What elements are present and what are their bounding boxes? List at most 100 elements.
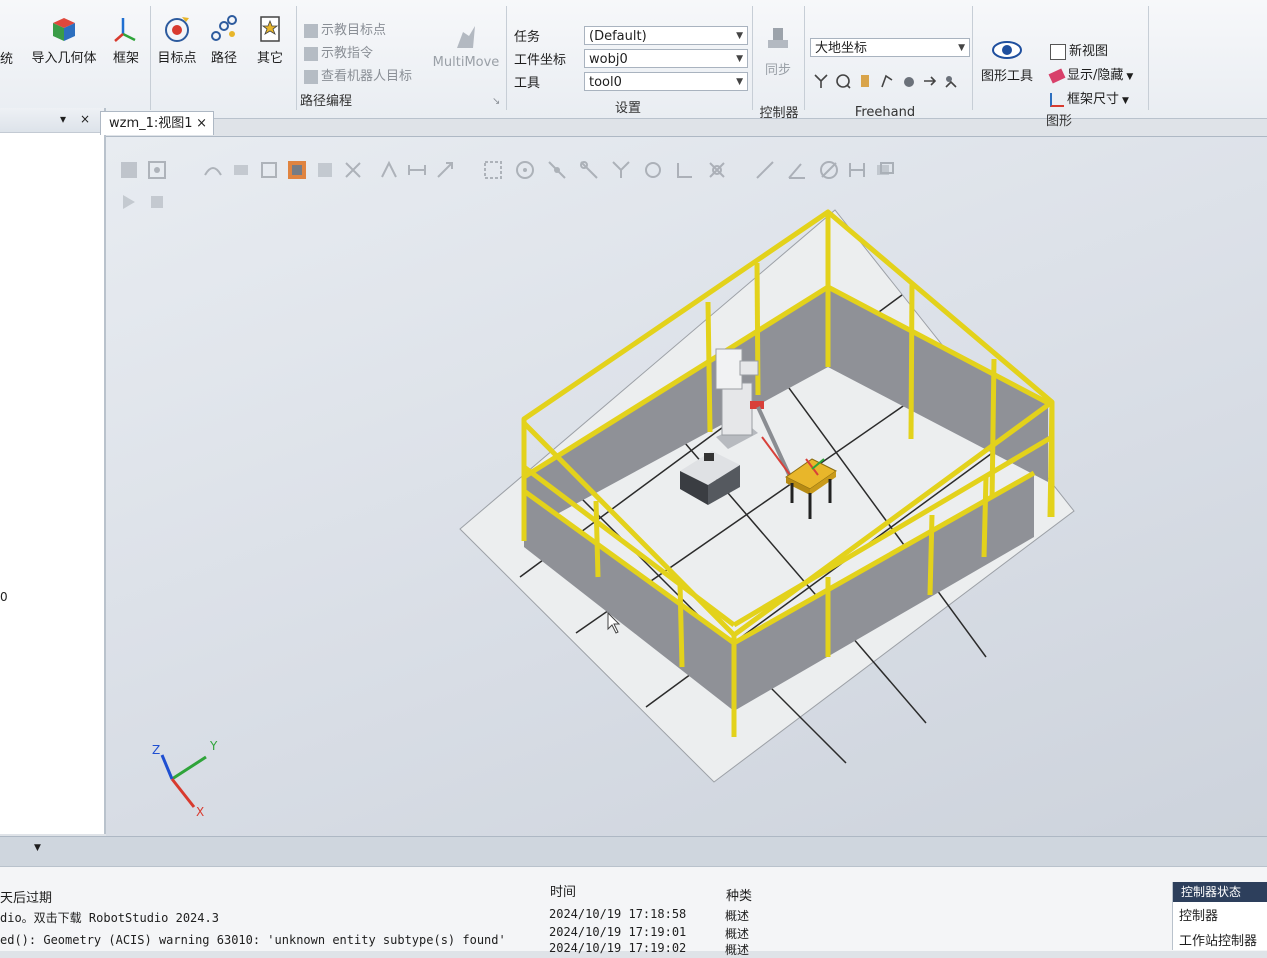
wobj-value: wobj0 [589,52,628,67]
wobj-label: 工件坐标 [514,53,567,68]
show-hide-button[interactable]: 显示/隐藏 ▼ [1048,64,1134,83]
chevron-down-icon: ▼ [1122,96,1129,106]
controller-status-controller[interactable]: 控制器 [1173,902,1267,927]
frame-size-button[interactable]: 框架尺寸 ▼ [1050,88,1129,107]
view-robot-target-button[interactable]: 查看机器人目标 [304,65,412,84]
controller-group-label: 控制器 [759,106,799,121]
jog-reorient-icon[interactable] [900,72,918,94]
frame-button[interactable]: 框架 [108,14,144,66]
pin-dropdown-icon[interactable]: ▾ [60,112,66,126]
path-label: 路径 [210,51,237,66]
task-label: 任务 [514,30,541,45]
controller-status-panel: 控制器状态 控制器 工作站控制器 [1172,882,1267,950]
ribbon-partial-label: 统 [0,52,14,67]
teach-target-label: 示教目标点 [321,23,387,38]
settings-group-label: 设置 [614,101,641,116]
chevron-down-icon: ▼ [958,43,965,53]
axis-x-label: X [196,805,205,819]
coordinate-system-value: 大地坐标 [815,41,868,56]
teach-instruction-button[interactable]: 示教指令 [304,42,373,61]
ribbon-separator [1148,6,1149,110]
robot-cell-scene[interactable] [106,137,1267,837]
move-icon[interactable] [812,72,830,94]
tool-select[interactable]: tool0 ▼ [584,72,748,91]
teach-instruction-icon [304,46,318,61]
output-tab-strip: ▼ [0,836,1267,867]
output-row-category: 概述 [725,927,750,941]
axis-y-label: Y [210,739,218,753]
teach-target-button[interactable]: 示教目标点 [304,19,386,38]
output-row-time: 2024/10/19 17:18:58 [549,907,687,921]
task-select[interactable]: (Default) ▼ [584,26,748,45]
chevron-down-icon: ▼ [1126,72,1134,82]
task-value: (Default) [589,29,647,44]
eye-icon [992,41,1022,59]
import-geometry-label: 导入几何体 [31,51,97,66]
ribbon-separator [804,6,805,110]
output-row-time: 2024/10/19 17:19:01 [549,925,687,939]
target-icon [165,17,189,42]
sync-label: 同步 [764,63,791,78]
ribbon-separator [506,6,507,110]
frame-label: 框架 [112,51,139,66]
view-robot-target-icon [304,69,318,84]
dialog-launcher-icon[interactable]: ↘ [492,96,500,107]
wobj-select[interactable]: wobj0 ▼ [584,49,748,68]
new-view-label: 新视图 [1069,44,1109,59]
eraser-icon [1048,68,1066,83]
multi-robot-jog-icon[interactable] [942,72,960,94]
graphics-group-label: 图形 [1045,114,1072,129]
other-button[interactable]: 其它 [250,14,290,66]
jog-tcp-icon[interactable] [920,72,938,94]
graphic-tools-button[interactable]: 图形工具 [976,38,1038,84]
jog-linear-icon[interactable] [878,72,896,94]
output-column-category: 种类 [726,889,753,904]
output-column-time: 时间 [550,885,577,900]
chevron-down-icon: ▼ [736,54,743,64]
other-label: 其它 [256,51,283,66]
ribbon-separator [972,6,973,110]
panel-partial-text: 0 [0,590,8,604]
output-window: 时间 种类 天后过期 dio。双击下载 RobotStudio 2024.3 2… [0,866,1267,957]
rotate-icon[interactable] [834,72,852,94]
graphic-tools-label: 图形工具 [980,69,1033,84]
import-geometry-button[interactable]: 导入几何体 [26,14,102,66]
ribbon: 统 导入几何体 框架 目标点 路径 其它 示教目标点 示教指令 查看机器人目标 … [0,0,1267,129]
jog-joint-icon[interactable] [856,72,874,94]
layout-panel-header: ▾ × [0,108,104,133]
output-row-message[interactable]: ed(): Geometry (ACIS) warning 63010: 'un… [0,933,506,947]
view-robot-target-label: 查看机器人目标 [321,69,413,84]
controller-status-station[interactable]: 工作站控制器 [1173,927,1267,952]
document-tab-label: wzm_1:视图1 [109,116,193,131]
tab-close-icon[interactable]: × [196,112,207,136]
new-view-button[interactable]: 新视图 [1050,40,1108,60]
target-button[interactable]: 目标点 [154,14,200,66]
multimove-icon [457,26,475,48]
output-row-time: 2024/10/19 17:19:02 [549,941,687,955]
teach-target-icon [304,23,318,38]
controller-status-title[interactable]: 控制器状态 [1173,882,1267,902]
tool-value: tool0 [589,75,622,90]
output-row-category: 概述 [725,909,750,923]
target-label: 目标点 [157,51,197,66]
frame-size-icon [1050,92,1064,107]
frame-icon [114,18,136,42]
path-programming-group-label: 路径编程 [299,94,352,109]
sync-icon [768,28,788,48]
multimove-button[interactable]: MultiMove [430,22,502,70]
axis-triad [160,754,207,808]
chevron-down-icon[interactable]: ▼ [34,843,41,853]
path-button[interactable]: 路径 [206,14,242,66]
sync-button[interactable]: 同步 [758,26,798,78]
coordinate-system-select[interactable]: 大地坐标 ▼ [810,38,970,57]
layout-panel: ▾ × 0 [0,108,106,834]
axis-z-label: Z [152,743,161,757]
panel-close-icon[interactable]: × [80,112,90,126]
frame-size-label: 框架尺寸 [1067,92,1120,107]
3d-viewport[interactable]: Z Y X [106,136,1267,837]
output-row-message[interactable]: dio。双击下载 RobotStudio 2024.3 [0,909,219,926]
chevron-down-icon: ▼ [736,31,743,41]
document-tab[interactable]: wzm_1:视图1 × [100,111,214,135]
output-row-message[interactable]: 天后过期 [0,887,52,906]
ribbon-separator [150,6,151,110]
